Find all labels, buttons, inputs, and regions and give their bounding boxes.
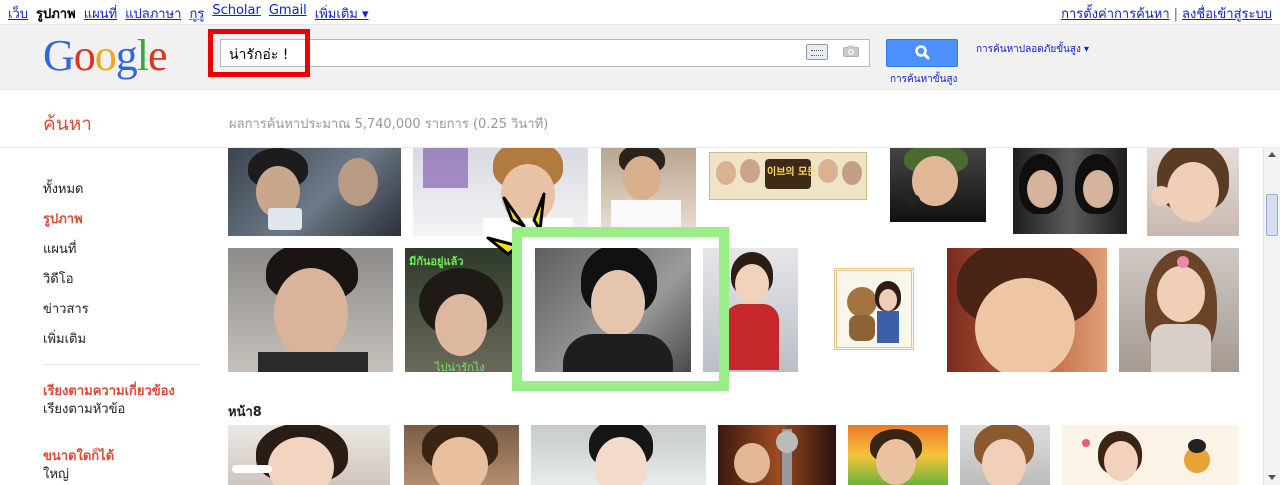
image-result[interactable]	[848, 425, 948, 485]
image-result[interactable]	[228, 248, 393, 372]
image-result[interactable]	[601, 148, 696, 228]
search-button[interactable]	[886, 39, 958, 67]
image-result[interactable]	[890, 148, 986, 222]
thumb-bottom-caption: ไปน่ารักไง	[435, 361, 485, 372]
keyboard-icon[interactable]	[806, 44, 828, 60]
result-stats: ผลการค้นหาประมาณ 5,740,000 รายการ (0.25 …	[229, 117, 549, 132]
page-number-label: หน้า8	[228, 405, 262, 420]
image-result[interactable]	[404, 425, 519, 485]
image-result[interactable]	[228, 148, 401, 236]
image-result[interactable]	[703, 248, 798, 372]
nav-guru[interactable]: กูรู	[189, 3, 204, 24]
logo-letter: e	[148, 31, 168, 80]
results-subheader: ค้นหา ผลการค้นหาประมาณ 5,740,000 รายการ …	[0, 90, 1280, 148]
logo-letter: o	[73, 31, 96, 80]
google-logo[interactable]: Google	[43, 31, 168, 80]
image-result[interactable]	[947, 248, 1107, 372]
image-result[interactable]: 이브의 모든 것	[709, 152, 867, 200]
nav-translate[interactable]: แปลภาษา	[125, 3, 181, 24]
vertical-scrollbar[interactable]	[1263, 148, 1280, 485]
top-separator: |	[1173, 7, 1179, 22]
search-icon	[915, 45, 930, 60]
top-right-links: การตั้งค่าการค้นหา | ลงชื่อเข้าสู่ระบบ	[1061, 3, 1272, 24]
image-result[interactable]	[228, 425, 390, 485]
sidebar-item-news[interactable]: ข่าวสาร	[43, 298, 89, 319]
top-bar: เว็บ รูปภาพ แผนที่ แปลภาษา กูรู Scholar …	[0, 0, 1280, 25]
logo-letter: l	[136, 31, 149, 80]
logo-letter: g	[115, 31, 138, 80]
sidebar: ทั้งหมด รูปภาพ แผนที่ วิดีโอ ข่าวสาร เพิ…	[0, 148, 205, 485]
image-result[interactable]: มีกันอยู่แล้ว ไปน่ารักไง	[405, 248, 516, 372]
nav-images[interactable]: รูปภาพ	[36, 3, 76, 24]
image-result[interactable]	[960, 425, 1050, 485]
advanced-search-link[interactable]: การค้นหาขั้นสูง	[890, 72, 957, 87]
sidebar-item-more[interactable]: เพิ่มเติม	[43, 328, 86, 349]
sidebar-item-all[interactable]: ทั้งหมด	[43, 178, 84, 199]
sidebar-item-images[interactable]: รูปภาพ	[43, 208, 83, 229]
image-result[interactable]	[718, 425, 836, 485]
nav-scholar[interactable]: Scholar	[212, 3, 261, 24]
nav-maps[interactable]: แผนที่	[84, 3, 117, 24]
nav-gmail[interactable]: Gmail	[269, 3, 307, 24]
search-header: Google น่ารักอ่ะ ! การค้นหาขั้นสูง การค้…	[0, 25, 1280, 90]
logo-letter: G	[43, 31, 75, 80]
scroll-down-arrow-icon[interactable]	[1266, 470, 1278, 484]
sidebar-item-videos[interactable]: วิดีโอ	[43, 268, 74, 289]
image-result[interactable]	[834, 268, 914, 350]
nav-more[interactable]: เพิ่มเติม ▾	[315, 3, 369, 24]
camera-icon[interactable]	[843, 45, 859, 57]
image-result[interactable]	[531, 425, 706, 485]
sort-by-subject[interactable]: เรียงตามหัวข้อ	[43, 398, 125, 419]
image-result[interactable]	[1013, 148, 1127, 234]
sidebar-divider	[43, 364, 200, 365]
scroll-up-arrow-icon[interactable]	[1266, 148, 1278, 162]
scrollbar-thumb[interactable]	[1266, 194, 1278, 236]
image-result[interactable]	[1119, 248, 1239, 372]
safesearch-dropdown[interactable]: การค้นหาปลอดภัยขั้นสูง ▾	[976, 42, 1089, 57]
image-result-highlighted[interactable]	[535, 248, 691, 372]
top-nav: เว็บ รูปภาพ แผนที่ แปลภาษา กูรู Scholar …	[8, 3, 369, 24]
sign-in-link[interactable]: ลงชื่อเข้าสู่ระบบ	[1182, 7, 1272, 22]
image-result[interactable]	[1062, 425, 1239, 485]
query-highlight-box	[208, 29, 310, 77]
sidebar-item-maps[interactable]: แผนที่	[43, 238, 76, 259]
image-result[interactable]	[1147, 148, 1239, 236]
size-large[interactable]: ใหญ่	[43, 463, 69, 484]
logo-letter: o	[94, 31, 117, 80]
nav-web[interactable]: เว็บ	[8, 3, 28, 24]
sparkle-icon	[486, 192, 546, 256]
search-settings-link[interactable]: การตั้งค่าการค้นหา	[1061, 7, 1170, 22]
section-title: ค้นหา	[43, 113, 92, 135]
search-input[interactable]: น่ารักอ่ะ !	[220, 39, 870, 67]
